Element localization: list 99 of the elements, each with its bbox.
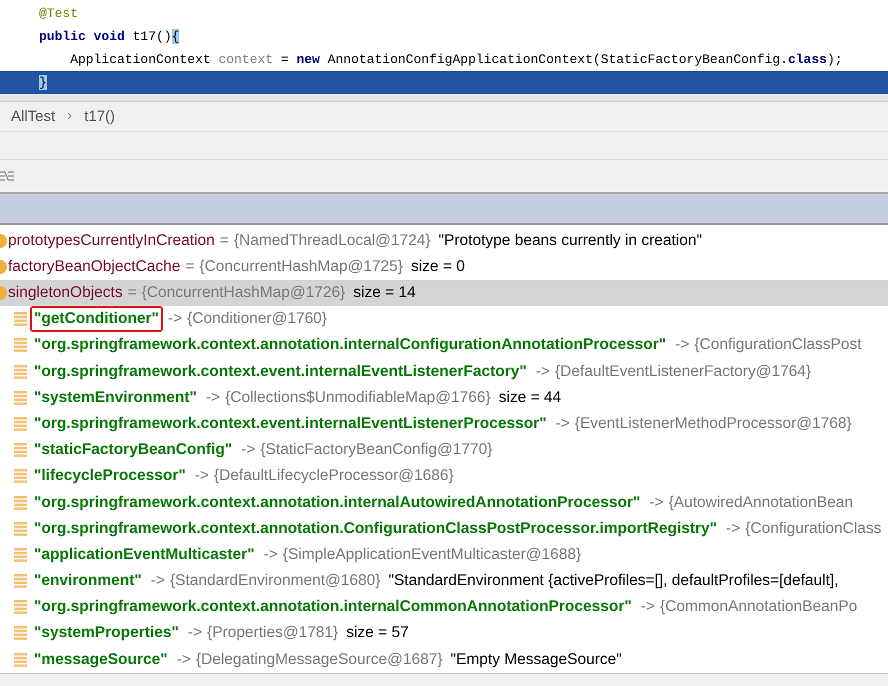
entry-value: {EventListenerMethodProcessor@1768} — [574, 414, 852, 433]
arrow-separator: -> — [726, 520, 740, 538]
map-entry-row[interactable]: "org.springframework.context.annotation.ConfigurationClassPostProcessor.importRegistry" -> {ConfigurationClass — [0, 516, 888, 542]
entry-key: "getConditioner" — [30, 306, 163, 332]
equals-sign: = — [220, 232, 229, 250]
entry-key: "systemProperties" — [30, 620, 183, 646]
arrow-separator: -> — [194, 467, 209, 486]
arrow-separator: -> — [168, 310, 182, 328]
field-icon — [0, 234, 7, 248]
entry-value: {SimpleApplicationEventMulticaster@1688} — [282, 546, 582, 564]
map-entry-icon — [14, 416, 27, 431]
entry-detail: size = 44 — [498, 388, 562, 407]
arrow-separator: -> — [150, 572, 165, 590]
map-entry-icon — [14, 574, 27, 588]
entry-value: {AutowiredAnnotationBean — [668, 494, 853, 512]
layout-icon[interactable] — [0, 171, 14, 182]
map-entry-icon — [14, 338, 27, 352]
map-entry-row[interactable]: "org.springframework.context.annotation.internalConfigurationAnnotationProcessor" -> {ConfigurationClassPost — [0, 332, 888, 358]
entry-detail: size = 57 — [346, 624, 409, 642]
variable-value: {ConcurrentHashMap@1726} — [142, 284, 346, 302]
breadcrumb-item[interactable]: t17() — [84, 108, 116, 125]
entry-key: "org.springframework.context.annotation.ConfigurationClassPostProcessor.importRegistry" — [30, 516, 722, 542]
entry-value: {ConfigurationClass — [745, 520, 882, 538]
arrow-separator: -> — [188, 624, 202, 642]
map-entry-row[interactable]: "lifecycleProcessor" -> {DefaultLifecycleProcessor@1686} — [0, 463, 888, 490]
entry-value: {Properties@1781} — [207, 624, 338, 642]
arrow-separator: -> — [640, 598, 655, 616]
map-entry-icon — [14, 443, 27, 458]
map-entry-row[interactable]: "org.springframework.context.event.internalEventListenerFactory" -> {DefaultEventListenerFactory@1764} — [0, 358, 888, 385]
map-entry-row[interactable]: "getConditioner" -> {Conditioner@1760} — [0, 306, 888, 332]
map-entry-icon — [14, 522, 27, 536]
entry-detail: "Empty MessageSource" — [450, 650, 622, 669]
code-line: ApplicationContext context = new AnnotationConfigApplicationContext(StaticFactoryBeanConfig.class); — [69, 51, 844, 69]
arrow-separator: -> — [206, 388, 220, 407]
entry-value: {Conditioner@1760} — [187, 310, 327, 328]
variable-name: prototypesCurrentlyInCreation — [8, 232, 215, 250]
entry-key: "lifecycleProcessor" — [30, 463, 190, 490]
entry-value: {ConfigurationClassPost — [694, 336, 862, 354]
variable-row[interactable]: singletonObjects = {ConcurrentHashMap@1726} size = 14 — [0, 280, 888, 306]
map-entry-row[interactable]: "messageSource" -> {DelegatingMessageSource@1687} "Empty MessageSource" — [0, 646, 888, 673]
variable-detail: size = 14 — [353, 284, 416, 302]
entry-value: {Collections$UnmodifiableMap@1766} — [225, 388, 491, 407]
equals-sign: = — [128, 284, 137, 302]
arrow-separator: -> — [556, 414, 570, 433]
map-entry-row[interactable]: "applicationEventMulticaster" -> {SimpleApplicationEventMulticaster@1688} — [0, 542, 888, 568]
arrow-separator: -> — [536, 362, 550, 381]
variable-row[interactable]: prototypesCurrentlyInCreation = {NamedThreadLocal@1724} "Prototype beans currently in creation" — [0, 228, 888, 254]
entry-value: {DelegatingMessageSource@1687} — [196, 650, 443, 669]
map-entry-icon — [14, 626, 27, 640]
variable-name: singletonObjects — [8, 284, 123, 302]
equals-sign: = — [185, 258, 194, 276]
entry-key: "org.springframework.context.annotation.internalAutowiredAnnotationProcessor" — [30, 490, 644, 516]
entry-detail: "StandardEnvironment {activeProfiles=[], defaultProfiles=[default], — [388, 572, 839, 590]
code-line: @Test — [38, 5, 80, 23]
entry-key: "org.springframework.context.event.internalEventListenerFactory" — [30, 358, 531, 385]
arrow-separator: -> — [264, 546, 278, 564]
entry-value: {CommonAnnotationBeanPo — [660, 598, 858, 616]
map-entry-icon — [14, 496, 27, 510]
entry-key: "environment" — [30, 568, 146, 594]
map-entry-row[interactable]: "org.springframework.context.event.internalEventListenerProcessor" -> {EventListenerMethodProcessor@1768} — [0, 410, 888, 438]
entry-key: "systemEnvironment" — [30, 384, 201, 411]
entry-key: "org.springframework.context.annotation.internalCommonAnnotationProcessor" — [30, 594, 636, 620]
entry-value: {DefaultLifecycleProcessor@1686} — [214, 467, 454, 486]
entry-key: "org.springframework.context.annotation.internalConfigurationAnnotationProcessor" — [30, 332, 670, 358]
arrow-separator: -> — [241, 441, 256, 460]
entry-key: "applicationEventMulticaster" — [30, 542, 259, 568]
chevron-icon — [67, 112, 72, 120]
variable-detail: size = 0 — [410, 258, 465, 276]
variable-detail: "Prototype beans currently in creation" — [438, 232, 702, 250]
entry-key: "staticFactoryBeanConfig" — [30, 437, 236, 464]
map-entry-icon — [14, 469, 27, 484]
map-entry-row[interactable]: "org.springframework.context.annotation.internalAutowiredAnnotationProcessor" -> {AutowiredAnnotationBean — [0, 489, 888, 516]
entry-key: "org.springframework.context.event.internalEventListenerProcessor" — [30, 410, 551, 437]
variable-value: {NamedThreadLocal@1724} — [234, 232, 431, 250]
map-entry-row[interactable]: "systemProperties" -> {Properties@1781} size = 57 — [0, 620, 888, 647]
code-line: public void t17(){ — [38, 28, 180, 46]
map-entry-icon — [14, 312, 27, 326]
field-icon — [0, 260, 7, 274]
map-entry-row[interactable]: "environment" -> {StandardEnvironment@1680} "StandardEnvironment {activeProfiles=[], defaultProfiles=[default], — [0, 568, 888, 594]
variable-row[interactable]: factoryBeanObjectCache = {ConcurrentHashMap@1725} size = 0 — [0, 254, 888, 280]
arrow-separator: -> — [675, 336, 690, 354]
entry-value: {StandardEnvironment@1680} — [170, 572, 380, 590]
field-icon — [0, 286, 7, 300]
breadcrumb-item[interactable]: AllTest — [11, 108, 56, 125]
variable-value: {ConcurrentHashMap@1725} — [199, 258, 403, 276]
entry-value: {StaticFactoryBeanConfig@1770} — [260, 441, 492, 460]
map-entry-icon — [14, 548, 27, 562]
map-entry-row[interactable]: "systemEnvironment" -> {Collections$UnmodifiableMap@1766} size = 44 — [0, 384, 888, 411]
map-entry-icon — [14, 600, 27, 614]
map-entry-icon — [14, 652, 27, 667]
entry-value: {DefaultEventListenerFactory@1764} — [554, 362, 812, 381]
map-entry-icon — [14, 390, 27, 405]
variable-name: factoryBeanObjectCache — [8, 258, 180, 276]
map-entry-row[interactable]: "staticFactoryBeanConfig" -> {StaticFactoryBeanConfig@1770} — [0, 437, 888, 464]
map-entry-row[interactable]: "org.springframework.context.annotation.internalCommonAnnotationProcessor" -> {CommonAnnotationBeanPo — [0, 594, 888, 620]
entry-key: "messageSource" — [30, 646, 172, 673]
map-entry-icon — [14, 364, 27, 379]
arrow-separator: -> — [649, 494, 664, 512]
arrow-separator: -> — [176, 650, 191, 669]
